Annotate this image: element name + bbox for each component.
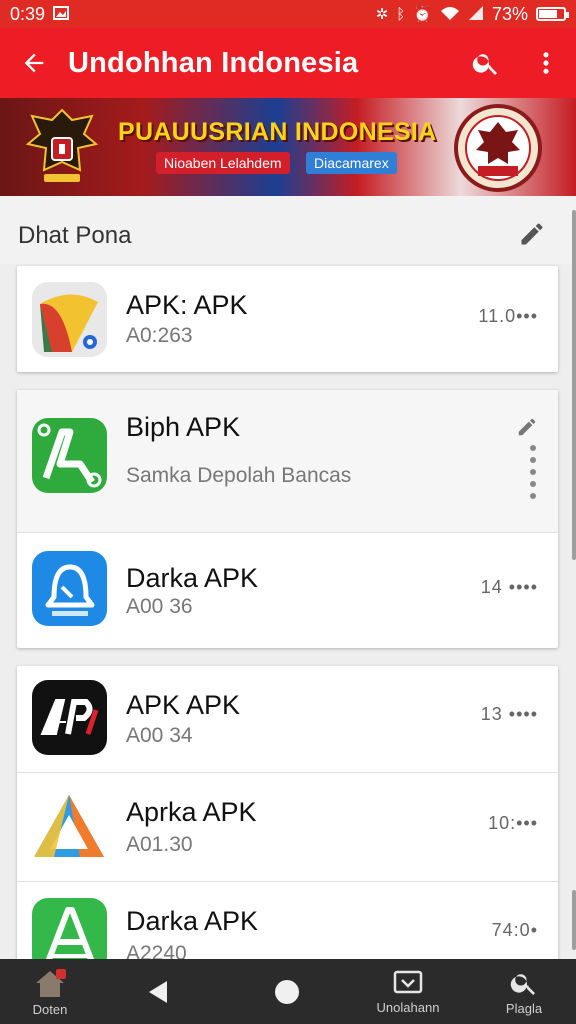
app-bar: Undohhan Indonesia xyxy=(0,28,576,98)
app-subtitle: A01.30 xyxy=(126,833,193,856)
wifi-icon xyxy=(440,6,460,23)
nav-search-label: Plagla xyxy=(505,1000,543,1016)
arrow-left-icon xyxy=(24,53,44,73)
list-item[interactable]: APK APK A00 34 13 •••• xyxy=(17,666,558,772)
home-icon xyxy=(36,968,66,997)
promo-banner[interactable]: PUAUUSRIAN INDONESIA Nioaben Lelahdem Di… xyxy=(0,98,576,196)
garuda-emblem-icon xyxy=(26,108,98,182)
app-card: Biph APK Samka Depolah Bancas Darka APK … xyxy=(17,390,558,648)
scrollbar[interactable] xyxy=(572,210,576,560)
nav-home-label: Doten xyxy=(32,1001,68,1017)
download-box-icon xyxy=(393,970,423,993)
app-meta: 11.0••• xyxy=(478,306,538,326)
app-icon xyxy=(32,282,107,357)
alarm-icon: ⏰ xyxy=(413,5,432,23)
app-icon xyxy=(32,789,107,864)
bluetooth-icon: ᛒ xyxy=(396,5,406,23)
app-card: APK APK A00 34 13 •••• Aprka APK A01.30 … xyxy=(17,666,558,973)
app-subtitle: A00 34 xyxy=(126,724,193,747)
nav-downloads[interactable]: Unolahann xyxy=(360,959,456,1024)
app-title: Undohhan Indonesia xyxy=(68,46,359,79)
status-bar: 0:39 ✲ ᛒ ⏰ 73% xyxy=(0,0,576,28)
nav-search[interactable]: Plagla xyxy=(488,959,560,1024)
app-meta: 10:••• xyxy=(488,813,538,833)
list-item[interactable]: Darka APK A00 36 14 •••• xyxy=(17,533,558,648)
list-item-selected[interactable]: Biph APK Samka Depolah Bancas xyxy=(17,390,558,532)
app-icon xyxy=(32,418,107,493)
battery-icon xyxy=(536,7,569,21)
nav-back[interactable] xyxy=(130,959,186,1024)
app-name: APK APK xyxy=(126,690,241,720)
search-icon xyxy=(472,54,497,75)
app-name: APK: APK xyxy=(126,290,248,320)
nav-downloads-label: Unolahann xyxy=(376,999,440,1015)
banner-tag-blue: Diacamarex xyxy=(306,152,397,174)
bug-icon: ✲ xyxy=(375,5,389,23)
bottom-navigation: Doten Unolahann Plagla xyxy=(0,959,576,1024)
app-subtitle: A0:263 xyxy=(126,324,193,347)
app-meta: 74:0• xyxy=(491,920,538,940)
signal-icon xyxy=(468,5,484,23)
app-name: Darka APK xyxy=(126,906,259,936)
app-meta: 13 •••• xyxy=(480,704,538,724)
edit-pencil-icon[interactable] xyxy=(516,416,538,438)
battery-percent: 73% xyxy=(491,3,528,24)
app-subtitle: Samka Depolah Bancas xyxy=(126,464,352,487)
nav-home[interactable]: Doten xyxy=(12,959,88,1024)
app-icon xyxy=(32,680,107,755)
nav-home-circle[interactable] xyxy=(259,959,315,1024)
app-name: Aprka APK xyxy=(126,797,257,827)
image-notification-icon xyxy=(53,5,70,23)
home-circle-icon xyxy=(275,979,299,1004)
banner-tag-red: Nioaben Lelahdem xyxy=(156,152,290,174)
section-title: Dhat Pona xyxy=(18,222,132,249)
app-card: APK: APK A0:263 11.0••• xyxy=(17,266,558,372)
search-button[interactable] xyxy=(456,28,516,98)
edit-pencil-icon[interactable] xyxy=(518,220,546,248)
clock: 0:39 xyxy=(10,3,46,24)
back-button[interactable] xyxy=(0,28,68,98)
app-icon xyxy=(32,551,107,626)
app-name: Darka APK xyxy=(126,563,259,593)
drag-handle-icon[interactable] xyxy=(525,444,541,504)
more-vert-icon xyxy=(543,52,549,74)
app-name: Biph APK xyxy=(126,412,241,442)
scrollbar-lower[interactable] xyxy=(572,890,576,950)
search-icon xyxy=(510,973,535,995)
back-triangle-icon xyxy=(149,980,167,1003)
overflow-menu-button[interactable] xyxy=(516,28,576,98)
section-header: Dhat Pona xyxy=(0,196,576,264)
seal-emblem-icon xyxy=(454,104,542,192)
list-item[interactable]: APK: APK A0:263 11.0••• xyxy=(17,266,558,372)
app-subtitle: A00 36 xyxy=(126,595,193,618)
list-item[interactable]: Darka APK A2240 74:0• xyxy=(17,882,558,973)
banner-title: PUAUUSRIAN INDONESIA xyxy=(118,118,437,146)
app-meta: 14 •••• xyxy=(480,577,538,597)
list-item[interactable]: Aprka APK A01.30 10:••• xyxy=(17,773,558,881)
